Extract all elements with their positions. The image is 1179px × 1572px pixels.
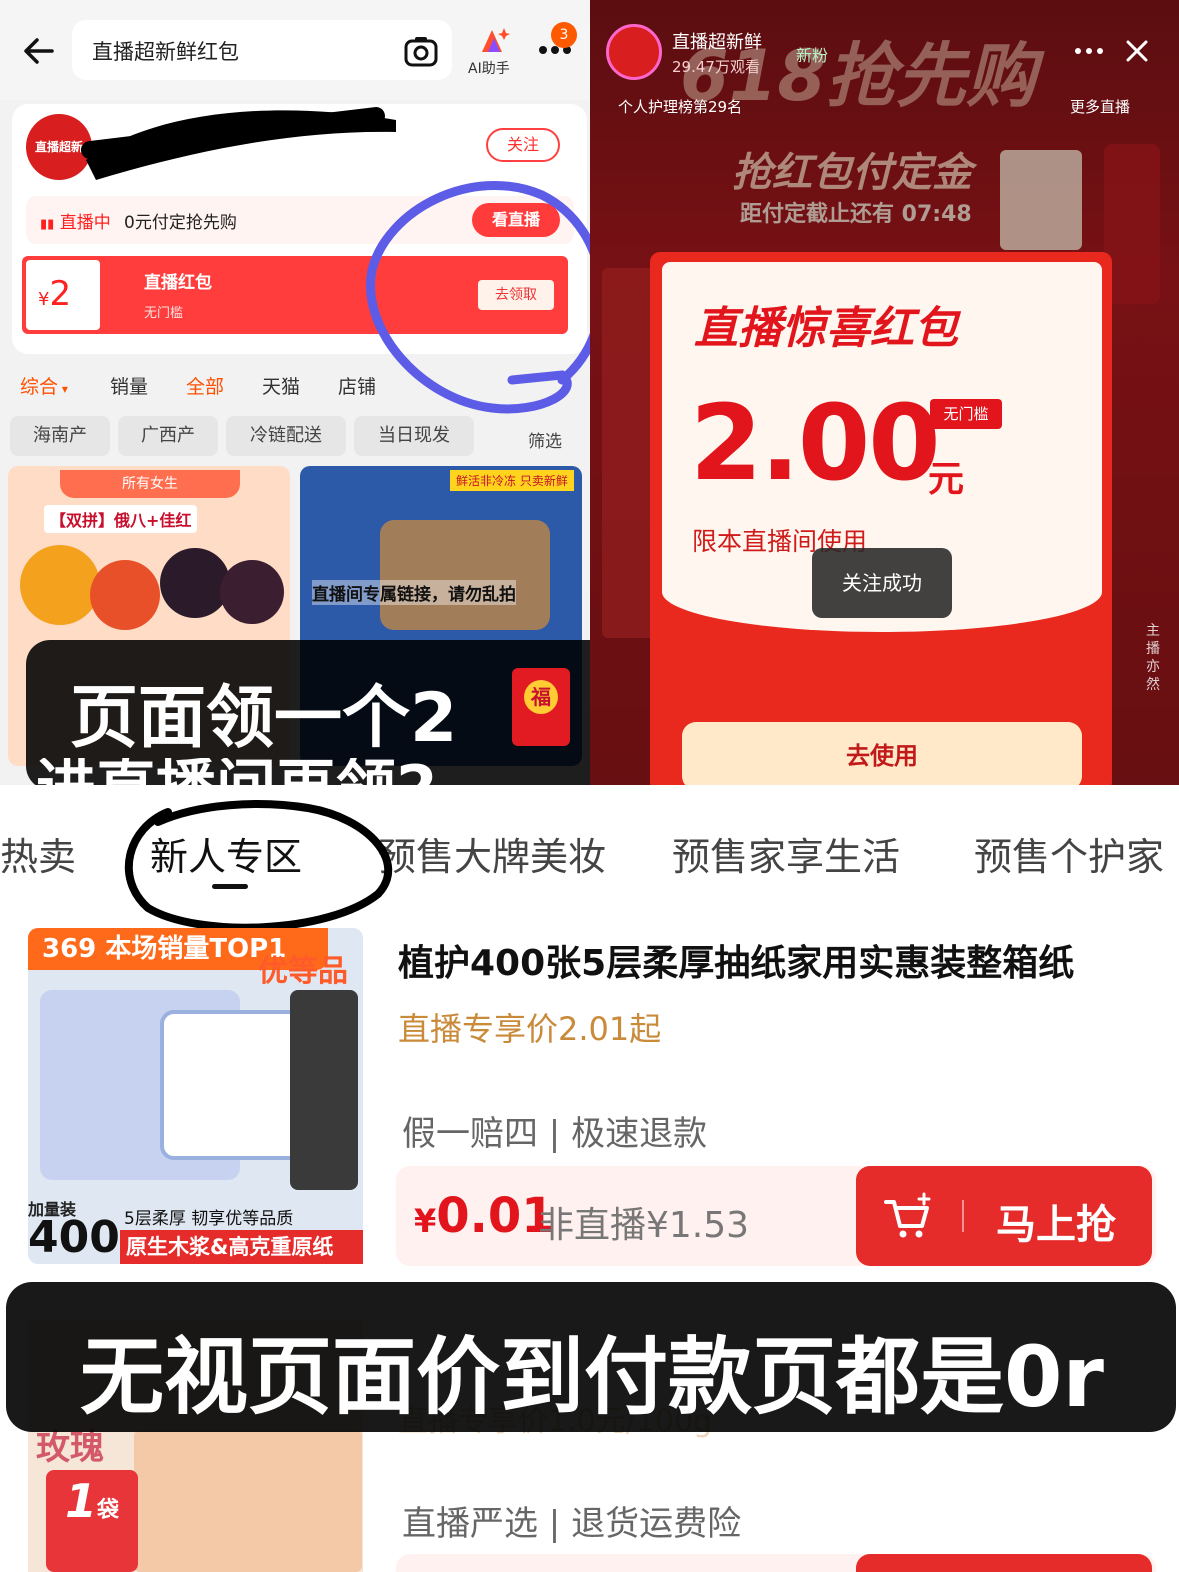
ai-assistant-label[interactable]: AI助手: [468, 58, 510, 78]
live-status: ▮▮ 直播中: [40, 208, 111, 233]
fortune-emblem: 福: [524, 680, 558, 714]
sort-tab-sales[interactable]: 销量: [110, 372, 148, 399]
quality-label: 优等品: [258, 954, 348, 989]
chevron-down-icon: ▾: [58, 382, 68, 396]
product-label: 【双拼】俄八+佳红: [44, 505, 198, 533]
new-fan-badge: 新粉: [796, 46, 829, 65]
streamer-name: 直播超新鲜: [672, 32, 762, 53]
button-divider: [962, 1200, 964, 1232]
service-tags: 直播严选 | 退货运费险: [402, 1504, 742, 1544]
coupon-amount: ¥2: [38, 274, 72, 314]
fruit-image: [90, 560, 160, 630]
coupon-subtitle: 无门槛: [144, 306, 184, 321]
product-tag: 鲜活非冷冻 只卖新鲜: [450, 470, 574, 491]
cart-icon: [884, 1192, 931, 1238]
pulp-banner: 原生木浆&高克重原纸: [120, 1230, 363, 1264]
close-icon[interactable]: [1124, 38, 1150, 64]
fruit-image: [160, 548, 230, 618]
annotation-circle: [366, 181, 606, 414]
camera-icon[interactable]: [404, 35, 438, 67]
caption-line-2: 进直播间再领2: [36, 758, 438, 788]
notification-badge: 3: [551, 22, 577, 48]
live-bars-icon: ▮▮: [40, 217, 55, 232]
filter-button[interactable]: 筛选: [528, 427, 562, 452]
tissue-pack-image: [160, 1010, 310, 1160]
buy-now-label: 马上抢: [996, 1202, 1116, 1248]
no-threshold-badge: 无门槛: [930, 399, 1002, 429]
more-live-link[interactable]: 更多直播: [1070, 96, 1130, 117]
red-packet-amount: 2.00: [690, 382, 941, 504]
live-price: ¥0.01: [414, 1188, 555, 1244]
tab-hot[interactable]: 热卖: [0, 826, 76, 881]
sort-tab-all[interactable]: 全部: [186, 372, 224, 399]
use-red-packet-button[interactable]: 去使用: [682, 722, 1082, 790]
buy-now-button[interactable]: [856, 1554, 1152, 1572]
view-count: 29.47万观看: [672, 58, 760, 76]
modal-title: 直播惊喜红包: [694, 303, 958, 354]
redaction-scribble: [81, 107, 396, 180]
more-icon[interactable]: [1074, 44, 1104, 58]
live-status-text: 直播中: [59, 213, 111, 233]
side-vertical-text: 主播亦然: [1146, 623, 1160, 693]
annotation-circle: [124, 800, 393, 932]
filter-chip[interactable]: 广西产: [118, 416, 218, 456]
fish-image: [380, 520, 550, 630]
fruit-image: [20, 545, 100, 625]
pack-count: 400: [28, 1212, 120, 1263]
back-arrow-icon[interactable]: [22, 34, 56, 68]
layer-text: 5层柔厚 韧享优等品质: [124, 1209, 294, 1229]
ai-assistant-icon[interactable]: [478, 26, 510, 54]
filter-chip[interactable]: 当日现发: [354, 416, 474, 456]
coupon-title: 直播红包: [144, 273, 212, 293]
original-price: 非直播¥1.53: [538, 1205, 750, 1246]
product-banner: 所有女生: [60, 470, 240, 498]
currency-unit: 元: [928, 459, 965, 500]
follow-success-toast: 关注成功: [812, 548, 952, 618]
service-tags: 假一赔四 | 极速退款: [402, 1114, 708, 1154]
sort-tab-store[interactable]: 店铺: [338, 372, 376, 399]
tissue-stack-image: [290, 990, 358, 1190]
live-description: 0元付定抢先购: [124, 213, 237, 233]
tab-presale-home[interactable]: 预售家享生活: [672, 826, 900, 881]
promo-price: 直播专享价2.01起: [398, 1010, 662, 1048]
product-packaging-image: [134, 1430, 362, 1572]
filter-chip[interactable]: 海南产: [10, 416, 110, 456]
caption-bottom: 无视页面价到付款页都是0r: [80, 1328, 1104, 1426]
streamer-avatar[interactable]: [606, 24, 662, 80]
tab-presale-care[interactable]: 预售个护家: [974, 826, 1164, 881]
sort-tab-tmall[interactable]: 天猫: [262, 372, 300, 399]
follow-button[interactable]: 关注: [486, 128, 560, 162]
sort-tab-default[interactable]: 综合 ▾: [20, 372, 68, 399]
rank-label[interactable]: 个人护理榜第29名: [618, 96, 742, 117]
product-title[interactable]: 植护400张5层柔厚抽纸家用实惠装整箱纸: [398, 934, 1074, 986]
filter-chip[interactable]: 冷链配送: [226, 416, 346, 456]
product-overlay-text: 直播间专属链接，请勿乱拍: [312, 580, 516, 605]
fruit-image: [220, 560, 284, 624]
bag-count-badge: 1袋: [46, 1470, 138, 1572]
search-query: 直播超新鲜红包: [92, 40, 239, 64]
caption-line-1: 页面领一个2: [70, 679, 458, 758]
tab-presale-beauty[interactable]: 预售大牌美妆: [378, 826, 606, 881]
